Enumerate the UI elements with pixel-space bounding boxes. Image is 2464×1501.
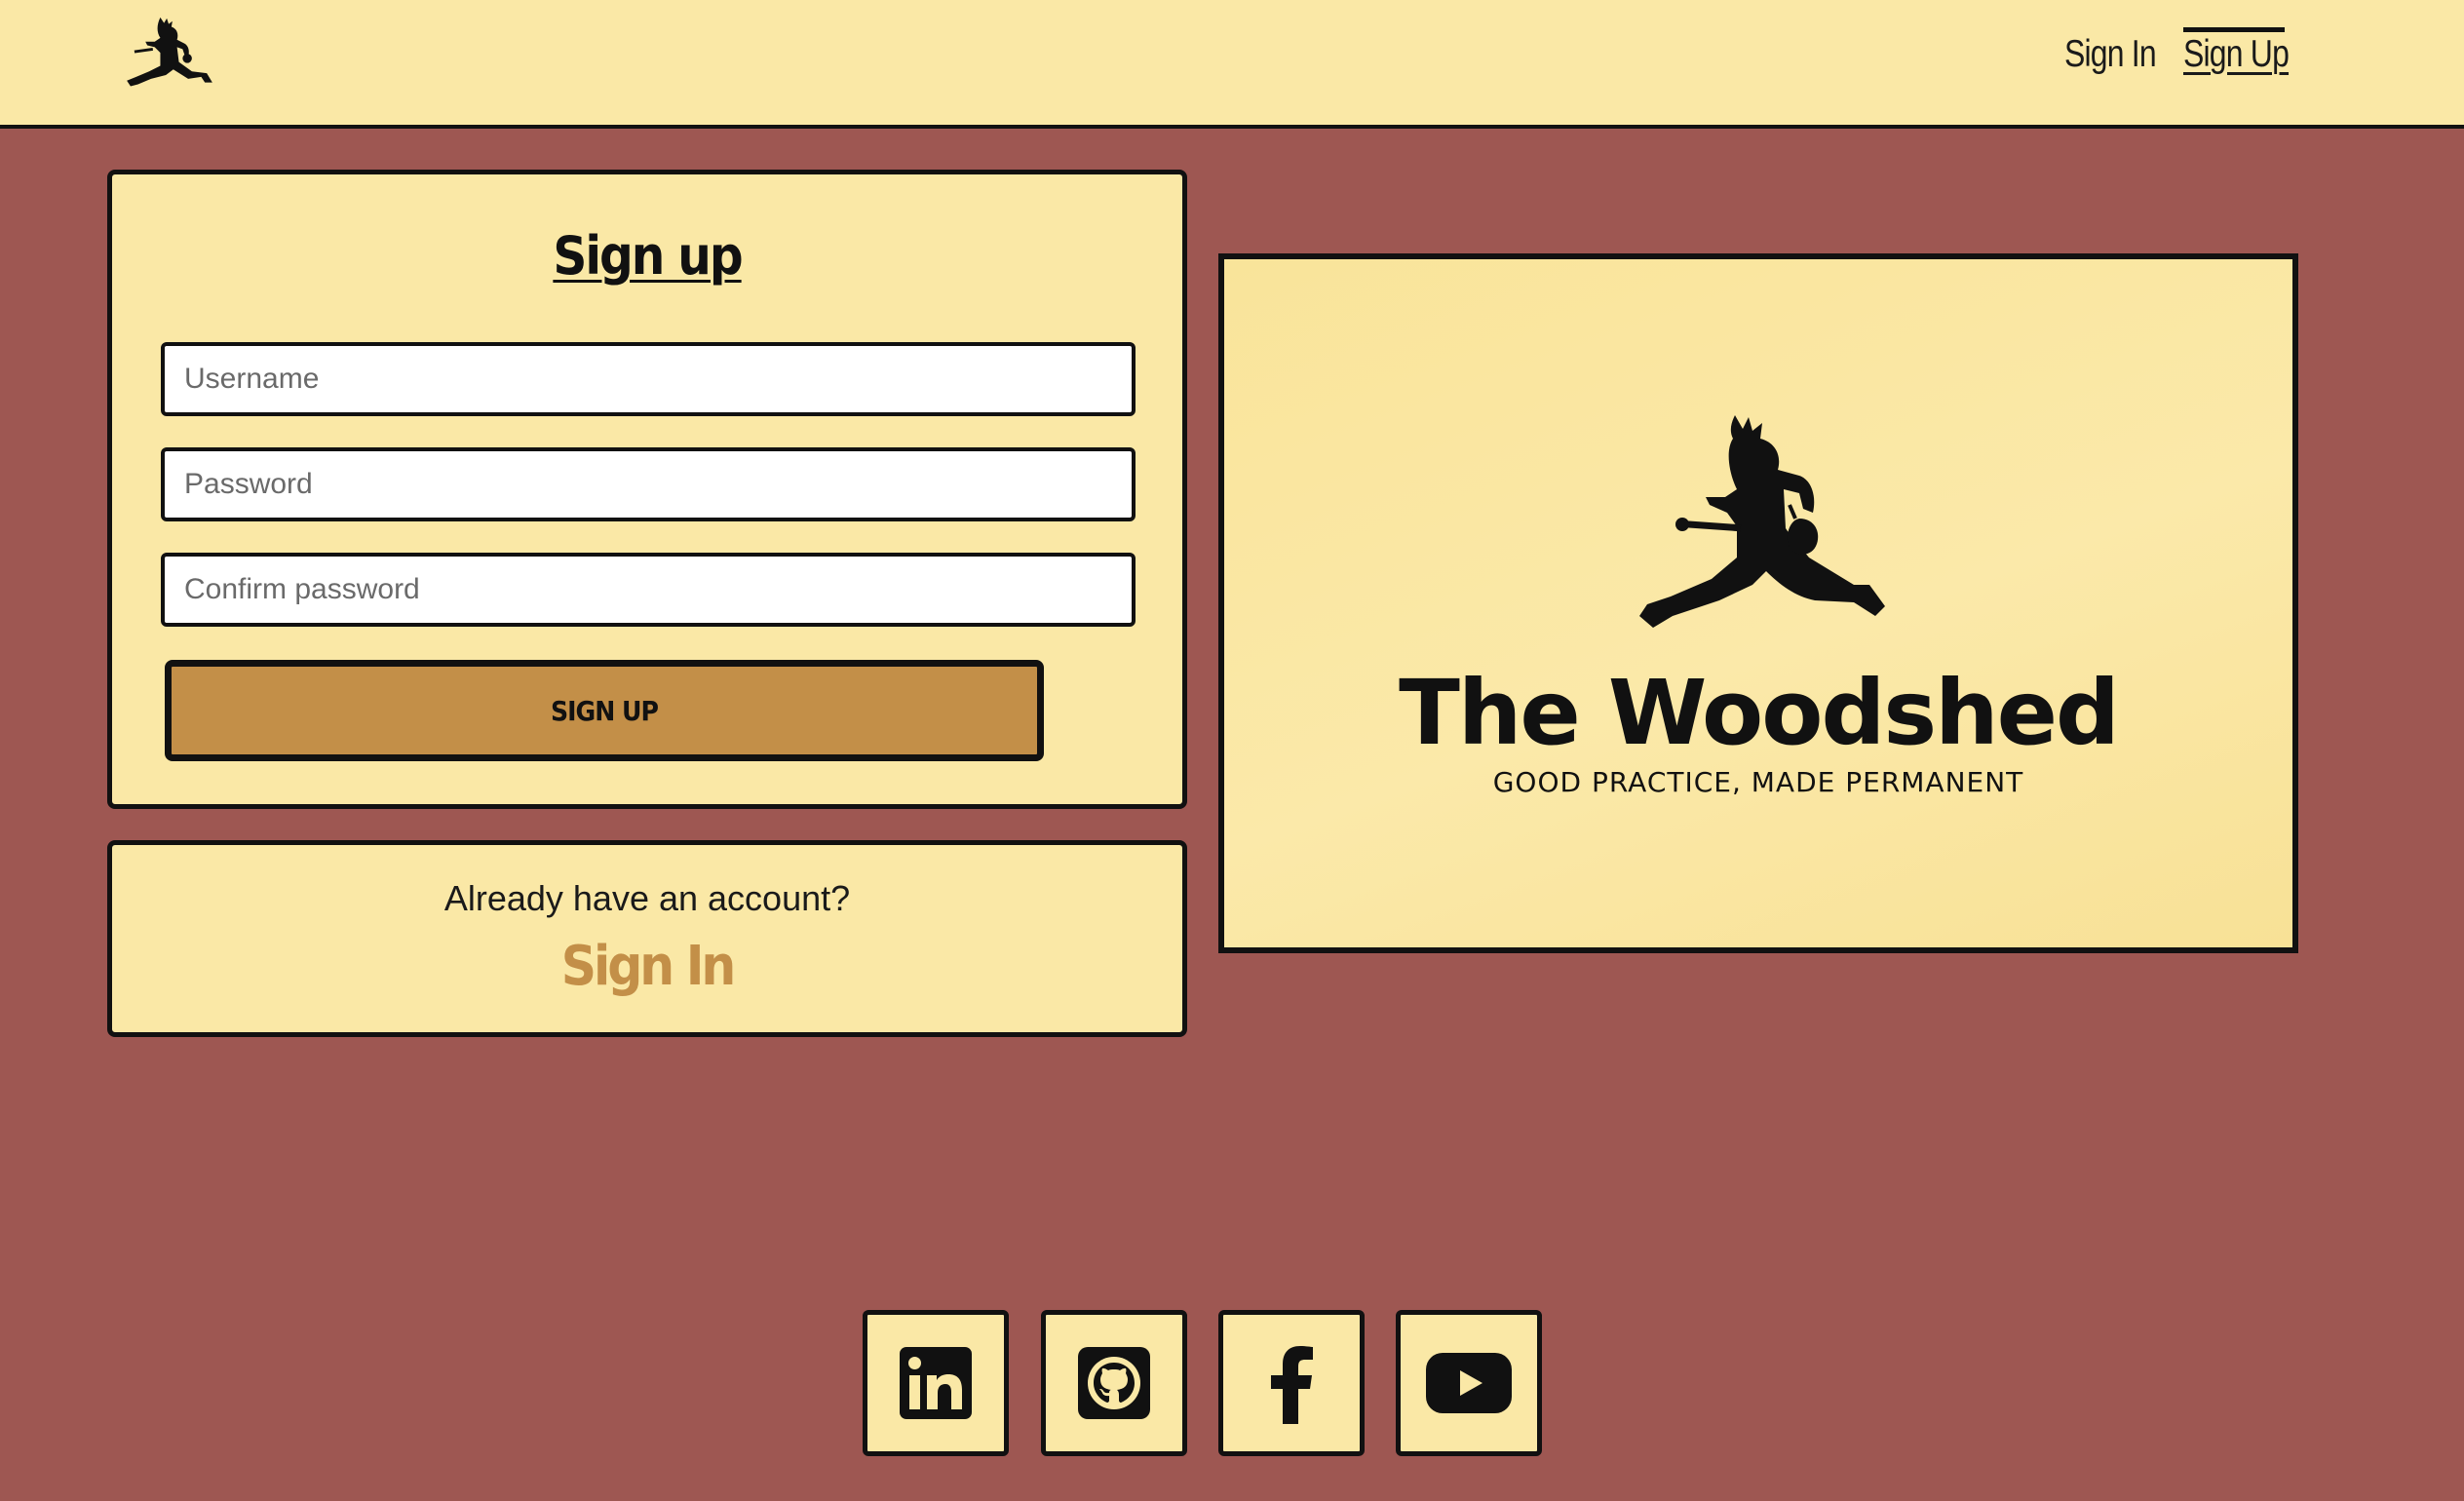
nav-signin-link[interactable]: Sign In — [2064, 33, 2157, 76]
youtube-icon — [1426, 1353, 1512, 1413]
password-input[interactable] — [161, 447, 1136, 521]
github-button[interactable] — [1041, 1310, 1187, 1456]
confirm-password-input[interactable] — [161, 553, 1136, 627]
signup-card: Sign up SIGN UP — [107, 170, 1187, 809]
nav-active-indicator — [2183, 27, 2285, 32]
site-header: Sign In Sign Up — [0, 0, 2464, 129]
brand-name: The Woodshed — [1399, 661, 2120, 765]
existing-account-card: Already have an account? Sign In — [107, 840, 1187, 1037]
brand-panel: The Woodshed GOOD PRACTICE, MADE PERMANE… — [1218, 253, 2298, 953]
signin-link[interactable]: Sign In — [112, 935, 1182, 998]
github-icon — [1078, 1347, 1150, 1419]
username-input[interactable] — [161, 342, 1136, 416]
linkedin-icon — [900, 1347, 972, 1419]
guitarist-silhouette-icon — [1639, 415, 1885, 628]
facebook-icon — [1271, 1346, 1313, 1424]
facebook-button[interactable] — [1218, 1310, 1365, 1456]
signup-title: Sign up — [553, 225, 743, 287]
youtube-button[interactable] — [1396, 1310, 1542, 1456]
nav-signup-link[interactable]: Sign Up — [2183, 33, 2290, 76]
brand-tagline: GOOD PRACTICE, MADE PERMANENT — [1492, 766, 2024, 798]
existing-account-text: Already have an account? — [443, 878, 851, 918]
linkedin-button[interactable] — [863, 1310, 1009, 1456]
woodshed-logo-icon[interactable] — [123, 16, 216, 96]
signup-submit-button[interactable]: SIGN UP — [165, 660, 1044, 761]
